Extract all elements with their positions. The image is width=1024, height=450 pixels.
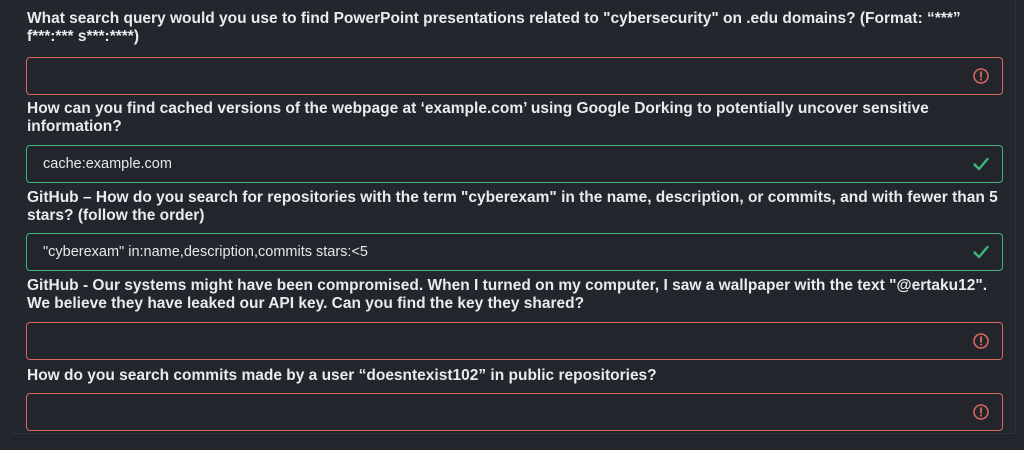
checkmark-icon (973, 245, 989, 259)
answer-2-field[interactable]: cache:example.com (26, 145, 1003, 183)
checkmark-icon (973, 157, 989, 171)
answer-2-value: cache:example.com (43, 156, 172, 172)
answer-1-field[interactable] (26, 57, 1003, 95)
quiz-panel: What search query would you use to find … (12, 0, 1016, 434)
question-1-text: What search query would you use to find … (27, 10, 961, 45)
question-3-text: GitHub – How do you search for repositor… (27, 189, 998, 224)
error-icon (973, 68, 989, 84)
answer-3-field[interactable]: "cyberexam" in:name,description,commits … (26, 233, 1003, 271)
question-5-text: How do you search commits made by a user… (27, 367, 657, 384)
error-icon (973, 404, 989, 420)
error-icon (973, 333, 989, 349)
answer-5-field[interactable] (26, 393, 1003, 431)
answer-3-value: "cyberexam" in:name,description,commits … (43, 244, 368, 260)
answer-4-field[interactable] (26, 322, 1003, 360)
question-4-text: GitHub - Our systems might have been com… (27, 277, 988, 312)
question-2-text: How can you find cached versions of the … (27, 100, 929, 135)
